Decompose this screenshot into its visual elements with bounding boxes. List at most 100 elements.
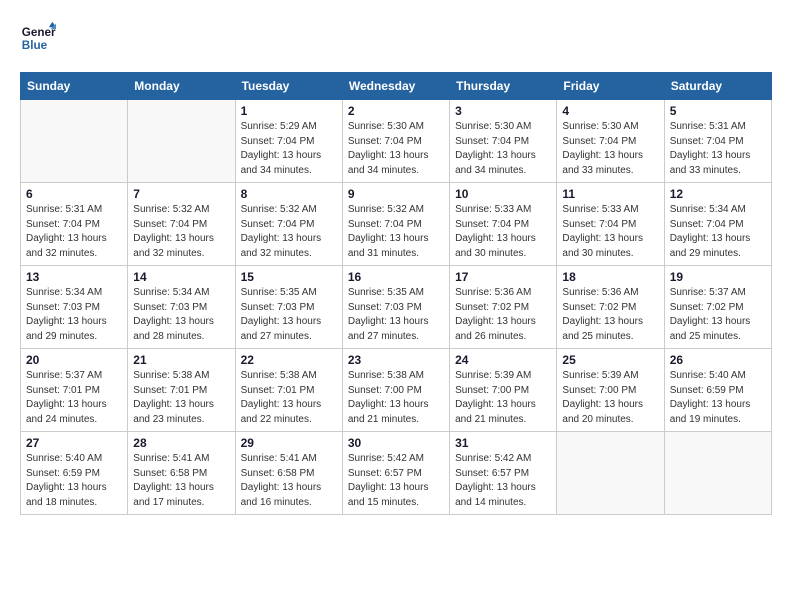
day-info: Sunrise: 5:38 AM Sunset: 7:01 PM Dayligh… <box>241 369 337 427</box>
day-number: 28 <box>133 436 229 450</box>
calendar-cell: 31 Sunrise: 5:42 AM Sunset: 6:57 PM Dayli… <box>450 432 557 515</box>
calendar-header-tuesday: Tuesday <box>235 73 342 100</box>
svg-text:General: General <box>22 26 56 39</box>
calendar-week-row: 20 Sunrise: 5:37 AM Sunset: 7:01 PM Dayli… <box>21 349 772 432</box>
day-info: Sunrise: 5:35 AM Sunset: 7:03 PM Dayligh… <box>348 286 444 344</box>
day-number: 27 <box>26 436 122 450</box>
calendar-cell: 20 Sunrise: 5:37 AM Sunset: 7:01 PM Dayli… <box>21 349 128 432</box>
day-info: Sunrise: 5:34 AM Sunset: 7:04 PM Dayligh… <box>670 203 766 261</box>
day-info: Sunrise: 5:42 AM Sunset: 6:57 PM Dayligh… <box>348 452 444 510</box>
calendar-cell: 24Sunrise: 5:39 AM Sunset: 7:00 PM Dayli… <box>450 349 557 432</box>
day-info: Sunrise: 5:32 AM Sunset: 7:04 PM Dayligh… <box>133 203 229 261</box>
calendar-cell <box>21 100 128 183</box>
calendar-cell: 15 Sunrise: 5:35 AM Sunset: 7:03 PM Dayli… <box>235 266 342 349</box>
day-number: 21 <box>133 353 229 367</box>
day-number: 23 <box>348 353 444 367</box>
calendar-cell: 4Sunrise: 5:30 AM Sunset: 7:04 PM Daylig… <box>557 100 664 183</box>
calendar-cell: 23 Sunrise: 5:38 AM Sunset: 7:00 PM Dayli… <box>342 349 449 432</box>
day-info: Sunrise: 5:33 AM Sunset: 7:04 PM Dayligh… <box>455 203 551 261</box>
day-number: 31 <box>455 436 551 450</box>
day-number: 11 <box>562 187 658 201</box>
day-number: 17 <box>455 270 551 284</box>
day-info: Sunrise: 5:41 AM Sunset: 6:58 PM Dayligh… <box>133 452 229 510</box>
calendar-cell: 13 Sunrise: 5:34 AM Sunset: 7:03 PM Dayli… <box>21 266 128 349</box>
calendar-header-sunday: Sunday <box>21 73 128 100</box>
calendar-header-thursday: Thursday <box>450 73 557 100</box>
calendar-cell: 26 Sunrise: 5:40 AM Sunset: 6:59 PM Dayli… <box>664 349 771 432</box>
day-info: Sunrise: 5:30 AM Sunset: 7:04 PM Dayligh… <box>562 120 658 178</box>
day-number: 12 <box>670 187 766 201</box>
calendar-cell: 30 Sunrise: 5:42 AM Sunset: 6:57 PM Dayli… <box>342 432 449 515</box>
day-info: Sunrise: 5:31 AM Sunset: 7:04 PM Dayligh… <box>670 120 766 178</box>
day-number: 20 <box>26 353 122 367</box>
day-info: Sunrise: 5:37 AM Sunset: 7:01 PM Dayligh… <box>26 369 122 427</box>
day-info: Sunrise: 5:36 AM Sunset: 7:02 PM Dayligh… <box>562 286 658 344</box>
day-info: Sunrise: 5:38 AM Sunset: 7:01 PM Dayligh… <box>133 369 229 427</box>
calendar-cell <box>557 432 664 515</box>
day-info: Sunrise: 5:42 AM Sunset: 6:57 PM Dayligh… <box>455 452 551 510</box>
calendar-cell: 8 Sunrise: 5:32 AM Sunset: 7:04 PM Daylig… <box>235 183 342 266</box>
day-number: 19 <box>670 270 766 284</box>
day-info: Sunrise: 5:30 AM Sunset: 7:04 PM Dayligh… <box>348 120 444 178</box>
calendar-cell: 22 Sunrise: 5:38 AM Sunset: 7:01 PM Dayli… <box>235 349 342 432</box>
day-number: 22 <box>241 353 337 367</box>
logo: General Blue <box>20 20 56 56</box>
day-info: Sunrise: 5:36 AM Sunset: 7:02 PM Dayligh… <box>455 286 551 344</box>
day-info: Sunrise: 5:35 AM Sunset: 7:03 PM Dayligh… <box>241 286 337 344</box>
day-number: 13 <box>26 270 122 284</box>
calendar-header-saturday: Saturday <box>664 73 771 100</box>
calendar-cell: 5Sunrise: 5:31 AM Sunset: 7:04 PM Daylig… <box>664 100 771 183</box>
day-number: 14 <box>133 270 229 284</box>
calendar-week-row: 13 Sunrise: 5:34 AM Sunset: 7:03 PM Dayli… <box>21 266 772 349</box>
day-number: 25 <box>562 353 658 367</box>
svg-text:Blue: Blue <box>22 39 48 52</box>
day-number: 26 <box>670 353 766 367</box>
day-number: 30 <box>348 436 444 450</box>
calendar-cell: 27 Sunrise: 5:40 AM Sunset: 6:59 PM Dayli… <box>21 432 128 515</box>
day-number: 15 <box>241 270 337 284</box>
day-info: Sunrise: 5:29 AM Sunset: 7:04 PM Dayligh… <box>241 120 337 178</box>
day-info: Sunrise: 5:32 AM Sunset: 7:04 PM Dayligh… <box>241 203 337 261</box>
calendar-week-row: 1Sunrise: 5:29 AM Sunset: 7:04 PM Daylig… <box>21 100 772 183</box>
day-info: Sunrise: 5:38 AM Sunset: 7:00 PM Dayligh… <box>348 369 444 427</box>
page-header: General Blue <box>20 20 772 56</box>
calendar-cell: 29 Sunrise: 5:41 AM Sunset: 6:58 PM Dayli… <box>235 432 342 515</box>
day-number: 7 <box>133 187 229 201</box>
day-info: Sunrise: 5:34 AM Sunset: 7:03 PM Dayligh… <box>26 286 122 344</box>
calendar-cell: 17 Sunrise: 5:36 AM Sunset: 7:02 PM Dayli… <box>450 266 557 349</box>
day-number: 2 <box>348 104 444 118</box>
day-number: 8 <box>241 187 337 201</box>
day-number: 16 <box>348 270 444 284</box>
day-info: Sunrise: 5:40 AM Sunset: 6:59 PM Dayligh… <box>26 452 122 510</box>
calendar-cell: 12 Sunrise: 5:34 AM Sunset: 7:04 PM Dayli… <box>664 183 771 266</box>
calendar-week-row: 6Sunrise: 5:31 AM Sunset: 7:04 PM Daylig… <box>21 183 772 266</box>
calendar-cell: 2 Sunrise: 5:30 AM Sunset: 7:04 PM Daylig… <box>342 100 449 183</box>
logo-icon: General Blue <box>20 20 56 56</box>
day-info: Sunrise: 5:40 AM Sunset: 6:59 PM Dayligh… <box>670 369 766 427</box>
day-number: 6 <box>26 187 122 201</box>
day-number: 29 <box>241 436 337 450</box>
day-info: Sunrise: 5:39 AM Sunset: 7:00 PM Dayligh… <box>562 369 658 427</box>
calendar-cell: 21 Sunrise: 5:38 AM Sunset: 7:01 PM Dayli… <box>128 349 235 432</box>
day-info: Sunrise: 5:32 AM Sunset: 7:04 PM Dayligh… <box>348 203 444 261</box>
calendar-cell <box>128 100 235 183</box>
day-info: Sunrise: 5:34 AM Sunset: 7:03 PM Dayligh… <box>133 286 229 344</box>
calendar-week-row: 27 Sunrise: 5:40 AM Sunset: 6:59 PM Dayli… <box>21 432 772 515</box>
calendar-table: SundayMondayTuesdayWednesdayThursdayFrid… <box>20 72 772 515</box>
calendar-header-friday: Friday <box>557 73 664 100</box>
calendar-cell: 7 Sunrise: 5:32 AM Sunset: 7:04 PM Daylig… <box>128 183 235 266</box>
calendar-cell: 25 Sunrise: 5:39 AM Sunset: 7:00 PM Dayli… <box>557 349 664 432</box>
day-number: 9 <box>348 187 444 201</box>
calendar-cell: 9 Sunrise: 5:32 AM Sunset: 7:04 PM Daylig… <box>342 183 449 266</box>
day-info: Sunrise: 5:30 AM Sunset: 7:04 PM Dayligh… <box>455 120 551 178</box>
day-number: 10 <box>455 187 551 201</box>
calendar-header-monday: Monday <box>128 73 235 100</box>
calendar-cell <box>664 432 771 515</box>
calendar-cell: 19 Sunrise: 5:37 AM Sunset: 7:02 PM Dayli… <box>664 266 771 349</box>
day-info: Sunrise: 5:41 AM Sunset: 6:58 PM Dayligh… <box>241 452 337 510</box>
day-info: Sunrise: 5:37 AM Sunset: 7:02 PM Dayligh… <box>670 286 766 344</box>
calendar-cell: 18Sunrise: 5:36 AM Sunset: 7:02 PM Dayli… <box>557 266 664 349</box>
calendar-cell: 1Sunrise: 5:29 AM Sunset: 7:04 PM Daylig… <box>235 100 342 183</box>
calendar-cell: 14 Sunrise: 5:34 AM Sunset: 7:03 PM Dayli… <box>128 266 235 349</box>
calendar-cell: 28 Sunrise: 5:41 AM Sunset: 6:58 PM Dayli… <box>128 432 235 515</box>
